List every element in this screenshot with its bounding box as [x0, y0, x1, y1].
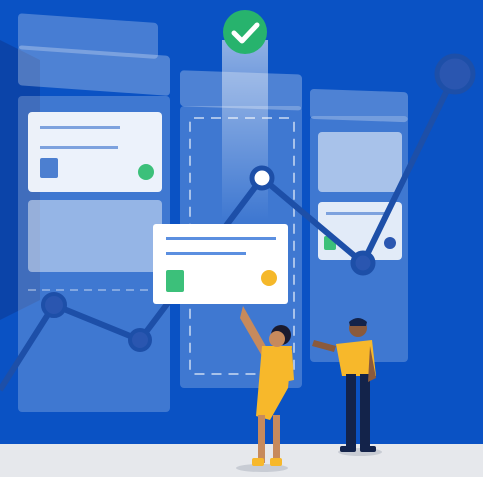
illustration-canvas [0, 0, 483, 477]
featured-card-dot [261, 270, 277, 286]
success-beam [222, 40, 268, 220]
featured-card-square [166, 270, 184, 292]
task-card-3 [318, 132, 402, 192]
card-4-line [326, 212, 386, 215]
chart-node-5 [434, 53, 476, 95]
chart-node-2 [128, 328, 152, 352]
chart-node-4 [350, 250, 376, 276]
chart-node-1 [41, 292, 67, 318]
chart-node-3 [249, 165, 275, 191]
task-card-1 [28, 112, 162, 192]
kanban-illustration [0, 0, 483, 477]
card-4-dot [384, 237, 396, 249]
card-1-line-2 [40, 146, 118, 149]
featured-card-line-2 [166, 252, 246, 255]
featured-card-line-1 [166, 237, 276, 240]
card-1-line-1 [40, 126, 120, 129]
task-card-2 [28, 200, 162, 272]
floor [0, 444, 483, 477]
check-badge [223, 10, 267, 54]
card-1-dot [138, 164, 154, 180]
card-1-square [40, 158, 58, 178]
